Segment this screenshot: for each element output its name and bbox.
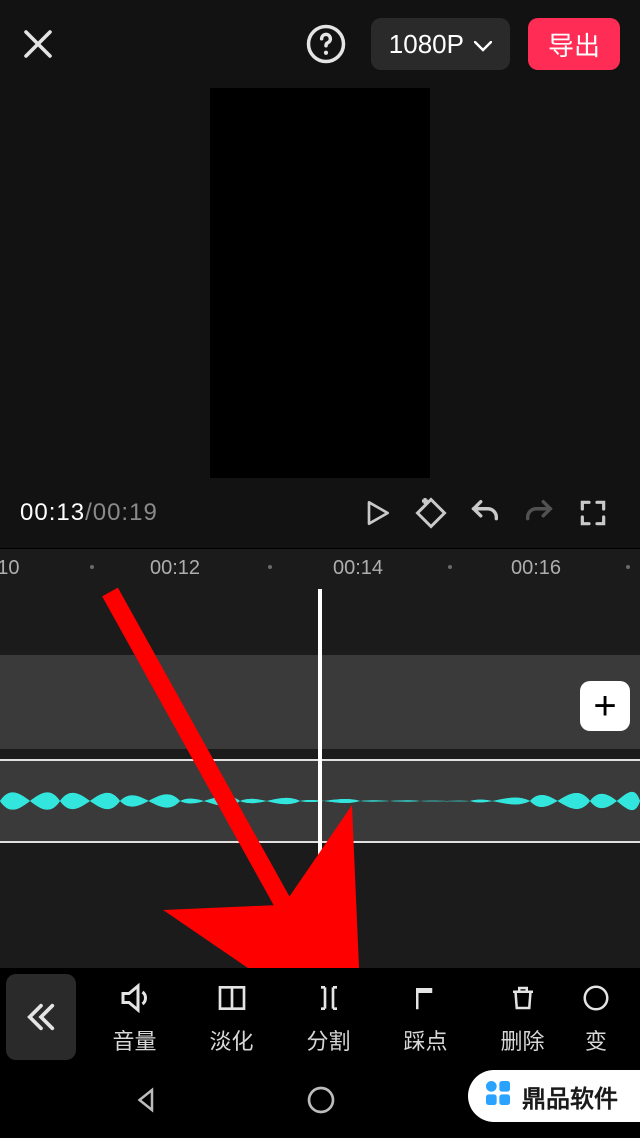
undo-button[interactable]	[458, 496, 512, 530]
tool-change[interactable]: 变	[571, 978, 621, 1056]
play-button[interactable]	[350, 497, 404, 529]
time-total: /00:19	[85, 499, 158, 526]
ruler-tick: 00:12	[150, 557, 200, 580]
ruler-dot	[448, 565, 452, 569]
watermark-badge: 鼎品软件	[468, 1070, 640, 1122]
ruler-dot	[90, 565, 94, 569]
resolution-label: 1080P	[389, 29, 464, 60]
collapse-toolbar-button[interactable]	[6, 974, 76, 1060]
playhead[interactable]	[318, 589, 322, 968]
tool-label: 踩点	[403, 1024, 447, 1056]
nav-back[interactable]	[132, 1085, 162, 1120]
nav-home[interactable]	[305, 1084, 337, 1121]
tool-bar: 音量 淡化 分割 踩点 删除 变	[0, 968, 640, 1066]
tool-label: 淡化	[209, 1024, 253, 1056]
plus-icon: +	[593, 684, 616, 729]
preview-area	[0, 88, 640, 478]
ruler-tick: 00:16	[511, 557, 561, 580]
top-bar: 1080P 导出	[0, 0, 640, 88]
fade-icon	[216, 978, 248, 1018]
beat-icon	[411, 978, 441, 1018]
tool-fade[interactable]: 淡化	[183, 978, 280, 1056]
transport-bar: 00:13/00:19	[0, 478, 640, 548]
tool-label: 音量	[112, 1024, 156, 1056]
delete-icon	[508, 978, 538, 1018]
redo-button[interactable]	[512, 496, 566, 530]
tool-label: 删除	[500, 1024, 544, 1056]
tool-label: 分割	[306, 1024, 350, 1056]
ruler-dot	[626, 565, 630, 569]
watermark-logo-icon	[482, 1077, 514, 1116]
time-ruler[interactable]: 0:10 00:12 00:14 00:16	[0, 549, 640, 589]
caret-down-icon	[474, 29, 492, 60]
keyframe-button[interactable]	[404, 495, 458, 531]
watermark-text: 鼎品软件	[522, 1079, 618, 1114]
split-icon	[313, 978, 345, 1018]
close-button[interactable]	[20, 26, 56, 62]
ruler-dot	[268, 565, 272, 569]
timeline[interactable]: 0:10 00:12 00:14 00:16 +	[0, 548, 640, 968]
volume-icon	[117, 978, 153, 1018]
ruler-tick: 0:10	[0, 557, 19, 580]
tool-delete[interactable]: 删除	[474, 978, 571, 1056]
resolution-selector[interactable]: 1080P	[371, 18, 510, 70]
help-button[interactable]	[303, 21, 349, 67]
time-current: 00:13	[20, 499, 85, 526]
tool-label: 变	[585, 1024, 607, 1056]
change-icon	[581, 978, 611, 1018]
ruler-tick: 00:14	[333, 557, 383, 580]
export-label: 导出	[548, 26, 600, 63]
fullscreen-button[interactable]	[566, 497, 620, 529]
timecode: 00:13/00:19	[20, 499, 158, 527]
add-clip-button[interactable]: +	[580, 681, 630, 731]
tool-beat[interactable]: 踩点	[377, 978, 474, 1056]
tool-split[interactable]: 分割	[280, 978, 377, 1056]
export-button[interactable]: 导出	[528, 18, 620, 70]
tool-volume[interactable]: 音量	[86, 978, 183, 1056]
video-preview[interactable]	[210, 88, 430, 478]
